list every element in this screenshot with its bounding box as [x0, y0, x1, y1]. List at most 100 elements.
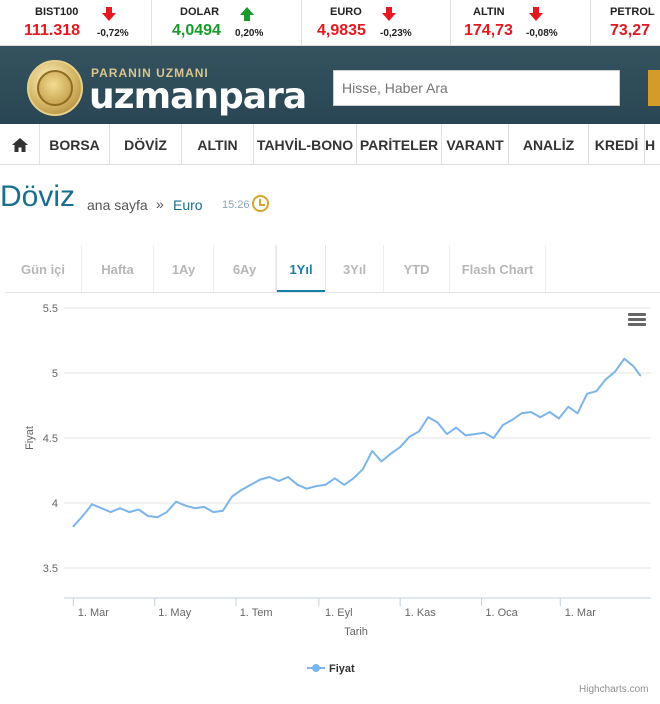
- data-point: [595, 390, 598, 393]
- data-point: [306, 487, 308, 490]
- nav-item-kredi[interactable]: KREDİ: [589, 124, 645, 165]
- chart-credits[interactable]: Highcharts.com: [579, 684, 648, 695]
- ticker-value: 4,0494: [172, 22, 221, 39]
- data-point: [156, 516, 159, 519]
- y-axis-title: Fiyat: [24, 426, 36, 450]
- tab-gun-ici[interactable]: Gün içi: [5, 245, 82, 293]
- price-chart: 3.5 4 4.5 5 5.5 1. Mar 1. May 1. Tem 1. Eyl 1. Ka…: [24, 303, 651, 675]
- page-title: Döviz: [0, 180, 76, 213]
- data-point: [614, 370, 616, 373]
- data-point: [511, 419, 514, 421]
- data-point: [446, 433, 448, 435]
- data-point: [632, 365, 635, 368]
- data-point: [639, 374, 642, 377]
- data-point: [390, 452, 392, 455]
- ticker-name: PETROL: [610, 6, 655, 18]
- ticker-item-bist100[interactable]: BIST100 111.318 -0,72%: [0, 0, 152, 46]
- data-point: [165, 511, 168, 513]
- tab-1ay[interactable]: 1Ay: [154, 245, 214, 293]
- data-point: [474, 433, 476, 435]
- nav-item-doviz[interactable]: DÖVİZ: [110, 124, 182, 165]
- data-point: [455, 426, 458, 429]
- data-point: [623, 357, 626, 360]
- data-point: [604, 378, 607, 381]
- chart-menu-icon[interactable]: [628, 313, 646, 327]
- data-point: [184, 504, 187, 507]
- series-line-fiyat: [72, 357, 642, 528]
- ticker-change: -0,08%: [526, 28, 558, 39]
- data-point: [539, 416, 542, 419]
- data-point: [464, 434, 467, 437]
- nav-home[interactable]: [0, 124, 40, 165]
- data-point: [576, 412, 579, 415]
- ticker-item-dolar[interactable]: DOLAR 4,0494 0,20%: [152, 0, 302, 46]
- ticker-value: 73,27: [610, 22, 651, 39]
- y-tick-label: 4.5: [43, 433, 58, 445]
- data-point: [119, 507, 121, 510]
- ticker-change: -0,72%: [97, 28, 129, 39]
- x-axis-title: Tarih: [344, 626, 368, 638]
- ticker-name: EURO: [330, 6, 362, 18]
- nav-item-analiz[interactable]: ANALİZ: [509, 124, 589, 165]
- arrow-down-icon: [102, 7, 116, 21]
- breadcrumb-current-link[interactable]: Euro: [173, 197, 203, 213]
- legend-marker: [312, 664, 320, 672]
- y-tick-label: 5.5: [43, 303, 58, 315]
- data-point: [483, 432, 486, 434]
- search-button[interactable]: [648, 70, 660, 106]
- x-tick-label: 1. Tem: [240, 607, 273, 619]
- legend-label-fiyat[interactable]: Fiyat: [329, 663, 355, 675]
- data-point: [100, 507, 103, 510]
- update-time: 15:26: [222, 199, 250, 211]
- clock-icon: [252, 195, 269, 212]
- nav-item-tahvil-bono[interactable]: TAHVİL-BONO: [254, 124, 357, 165]
- data-point: [147, 515, 149, 517]
- data-point: [221, 510, 224, 512]
- data-point: [249, 484, 252, 486]
- data-point: [109, 511, 112, 513]
- data-point: [502, 424, 504, 426]
- data-point: [231, 495, 233, 498]
- data-point: [277, 480, 280, 482]
- ticker-item-petrol[interactable]: PETROL 73,27: [591, 0, 660, 46]
- nav-item-pariteler[interactable]: PARİTELER: [357, 124, 442, 165]
- data-point: [128, 511, 131, 513]
- data-point: [530, 411, 532, 413]
- tab-1yil[interactable]: 1Yıl: [276, 245, 326, 293]
- arrow-up-icon: [240, 7, 254, 21]
- nav-item-varant[interactable]: VARANT: [442, 124, 509, 165]
- data-point: [240, 489, 243, 491]
- y-tick-label: 5: [52, 368, 58, 380]
- tab-ytd[interactable]: YTD: [384, 245, 450, 293]
- ticker-change: 0,20%: [235, 28, 264, 39]
- nav-item-more[interactable]: H: [645, 124, 660, 165]
- data-point: [520, 412, 523, 415]
- logo-brand[interactable]: uzmanpara: [89, 76, 307, 117]
- data-point: [72, 525, 75, 528]
- data-point: [315, 485, 317, 487]
- x-tick-label: 1. Kas: [405, 607, 437, 619]
- tab-underline: [5, 292, 660, 293]
- tab-3yil[interactable]: 3Yıl: [326, 245, 384, 293]
- ticker-value: 174,73: [464, 22, 513, 39]
- breadcrumb-home-link[interactable]: ana sayfa: [87, 197, 148, 213]
- data-point: [203, 506, 205, 508]
- tab-6ay[interactable]: 6Ay: [214, 245, 276, 293]
- x-tick-label: 1. Oca: [485, 607, 518, 619]
- nav-item-altin[interactable]: ALTIN: [182, 124, 254, 165]
- search-input[interactable]: [333, 70, 620, 106]
- data-point: [362, 468, 364, 471]
- data-point: [334, 477, 336, 480]
- ticker-item-altin[interactable]: ALTIN 174,73 -0,08%: [451, 0, 591, 46]
- ticker-name: ALTIN: [473, 6, 505, 18]
- ticker-item-euro[interactable]: EURO 4,9835 -0,23%: [302, 0, 451, 46]
- nav-item-borsa[interactable]: BORSA: [40, 124, 110, 165]
- data-point: [268, 476, 271, 478]
- data-point: [408, 435, 411, 438]
- logo-coin-icon[interactable]: [27, 60, 83, 116]
- tab-hafta[interactable]: Hafta: [82, 245, 154, 293]
- data-point: [558, 417, 560, 420]
- ticker-value: 111.318: [24, 22, 81, 39]
- x-tick-label: 1. May: [158, 607, 192, 619]
- tab-flash-chart[interactable]: Flash Chart: [450, 245, 546, 293]
